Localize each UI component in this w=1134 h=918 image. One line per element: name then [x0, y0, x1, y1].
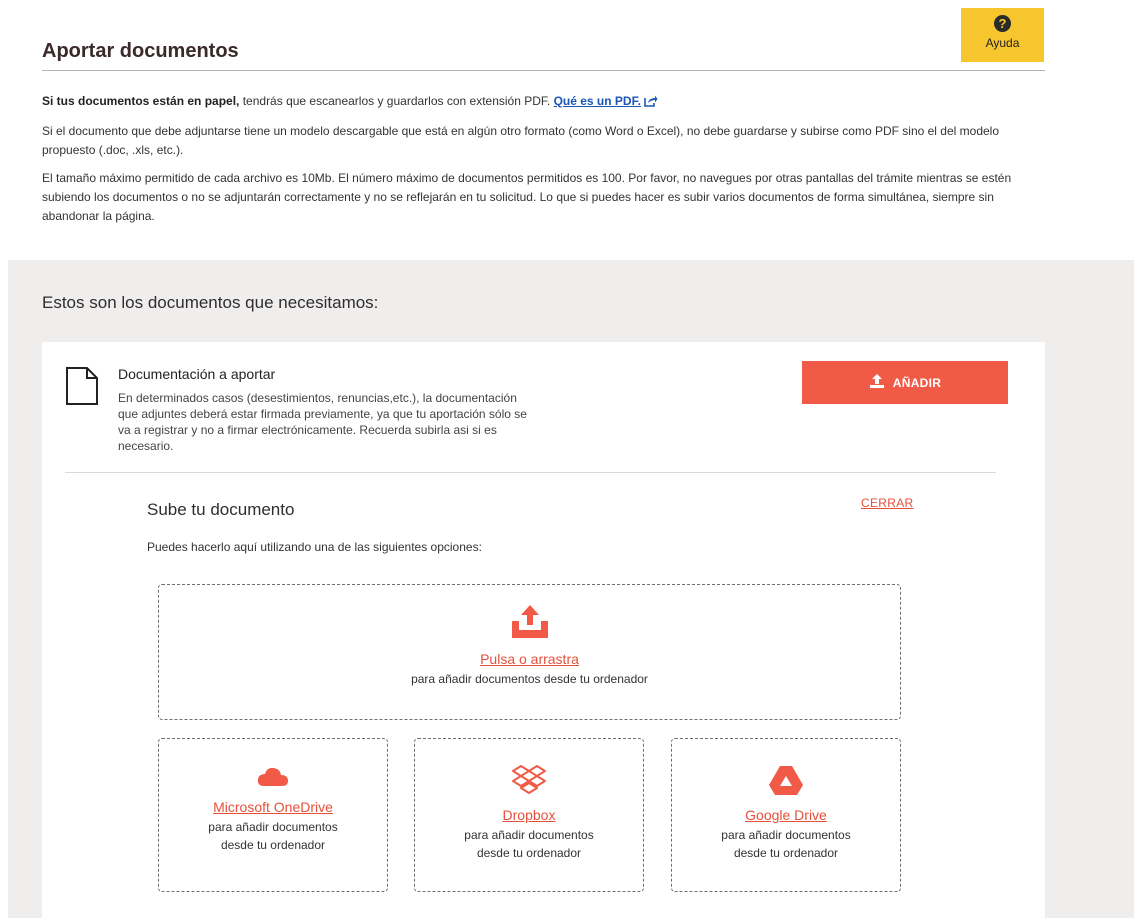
upload-icon [869, 374, 885, 391]
google-drive-dropzone[interactable]: Google Drive para añadir documentos desde… [671, 738, 901, 892]
onedrive-link[interactable]: Microsoft OneDrive [213, 799, 333, 815]
card-divider [65, 472, 996, 473]
what-is-pdf-link[interactable]: Qué es un PDF. [554, 94, 658, 108]
document-description: En determinados casos (desestimientos, r… [118, 391, 527, 453]
intro-bold: Si tus documentos están en papel, [42, 94, 240, 108]
dropbox-icon [511, 764, 547, 801]
dropbox-subtext: para añadir documentos desde tu ordenador [464, 826, 593, 862]
title-divider [42, 70, 1045, 71]
cloud-icon [256, 764, 290, 793]
onedrive-subtext-line-1: para añadir documentos [208, 820, 338, 834]
intro-text: Si tus documentos están en papel, tendrá… [42, 92, 1032, 235]
local-upload-subtext: para añadir documentos desde tu ordenado… [411, 672, 648, 686]
add-document-button[interactable]: AÑADIR [802, 361, 1008, 404]
intro-paragraph-pdf: Si tus documentos están en papel, tendrá… [42, 92, 1032, 113]
add-button-label: AÑADIR [892, 375, 942, 390]
intro-text-1: tendrás que escanearlos y guardarlos con… [239, 94, 554, 108]
dropbox-subtext-line-1: para añadir documentos [464, 828, 594, 842]
google-drive-icon [768, 764, 804, 801]
onedrive-dropzone[interactable]: Microsoft OneDrive para añadir documento… [158, 738, 388, 892]
intro-paragraph-format: Si el documento que debe adjuntarse tien… [42, 124, 1000, 157]
local-upload-dropzone[interactable]: Pulsa o arrastra para añadir documentos … [158, 584, 901, 720]
help-button[interactable]: ? Ayuda [961, 8, 1044, 62]
dropbox-dropzone[interactable]: Dropbox para añadir documentos desde tu o… [414, 738, 644, 892]
external-link-icon [644, 94, 658, 113]
google-drive-subtext-line-1: para añadir documentos [721, 828, 851, 842]
close-link[interactable]: CERRAR [861, 496, 913, 510]
google-drive-subtext: para añadir documentos desde tu ordenador [721, 826, 850, 862]
upload-hint: Puedes hacerlo aquí utilizando una de la… [147, 540, 482, 554]
help-label: Ayuda [985, 36, 1020, 50]
question-circle-icon: ? [994, 15, 1011, 32]
intro-paragraph-limits: El tamaño máximo permitido de cada archi… [42, 171, 1012, 223]
document-icon [65, 366, 99, 411]
google-drive-subtext-line-2: desde tu ordenador [733, 846, 839, 860]
dropbox-subtext-line-2: desde tu ordenador [476, 846, 582, 860]
onedrive-subtext: para añadir documentos desde tu ordenador [208, 818, 337, 854]
dropbox-link[interactable]: Dropbox [503, 807, 556, 823]
document-title: Documentación a aportar [118, 366, 276, 382]
page-title: Aportar documentos [42, 40, 239, 62]
google-drive-link[interactable]: Google Drive [745, 807, 827, 823]
local-upload-link[interactable]: Pulsa o arrastra [480, 651, 579, 667]
documents-heading: Estos son los documentos que necesitamos… [42, 293, 379, 312]
upload-title: Sube tu documento [147, 500, 295, 519]
onedrive-subtext-line-2: desde tu ordenador [220, 838, 326, 852]
upload-tray-icon [510, 604, 550, 645]
what-is-pdf-label: Qué es un PDF. [553, 94, 641, 108]
